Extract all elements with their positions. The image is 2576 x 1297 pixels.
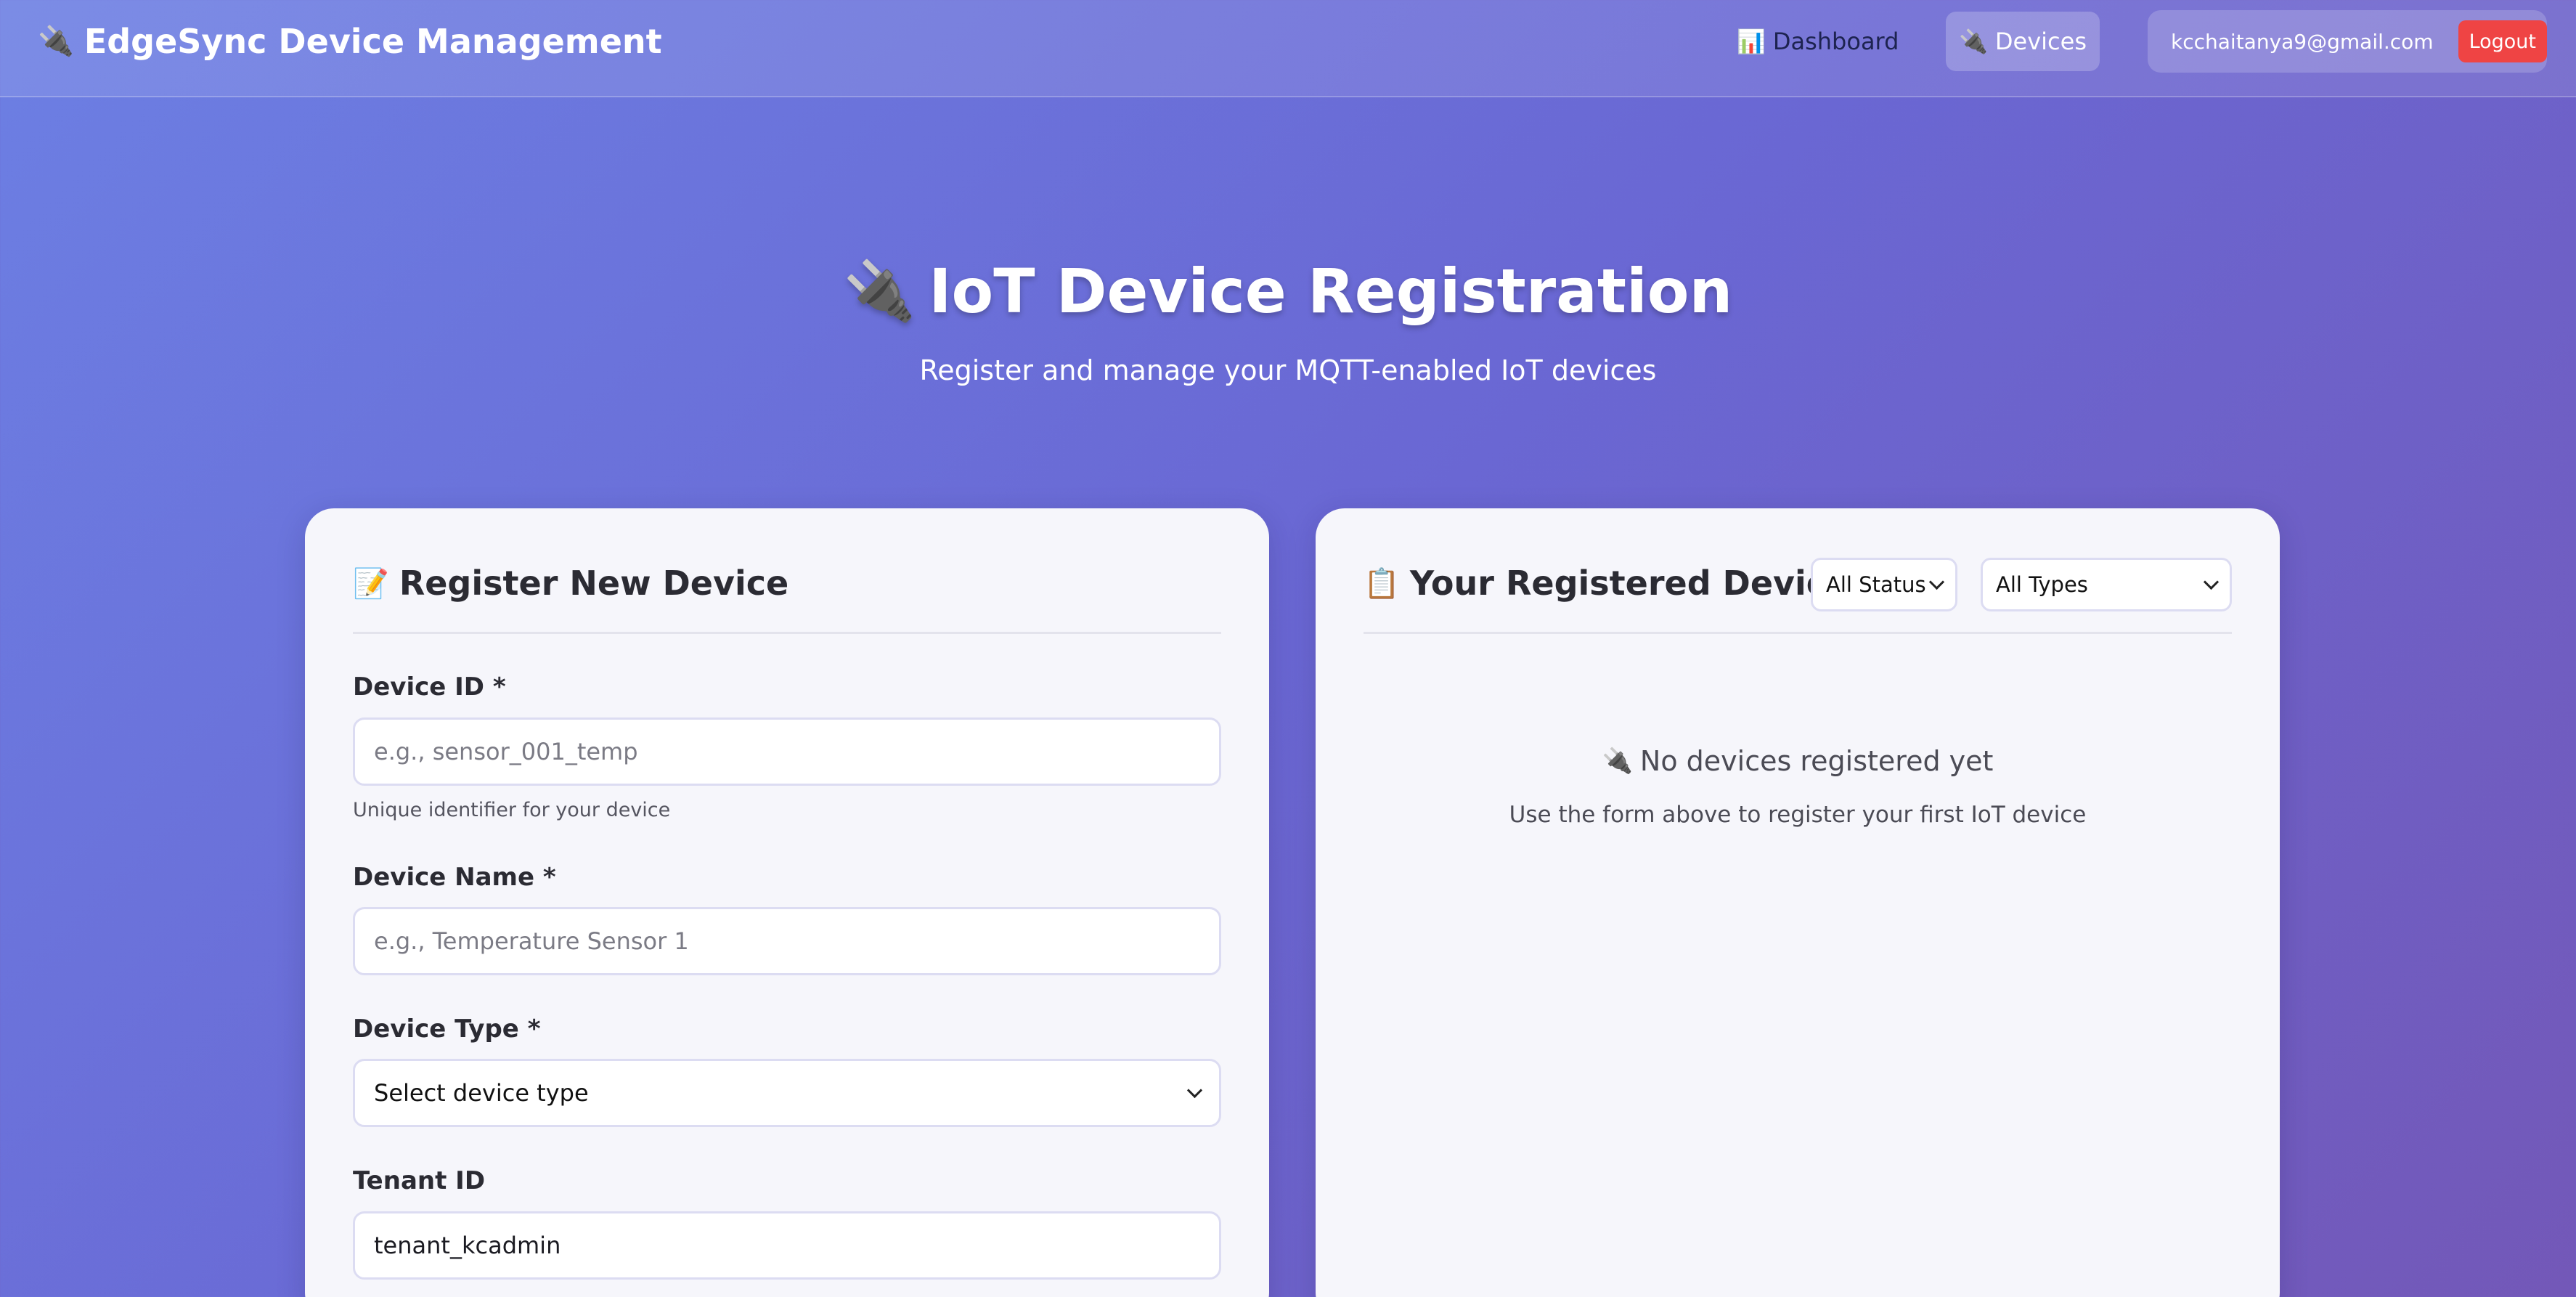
chevron-down-icon	[1928, 574, 1945, 590]
page-subtitle: Register and manage your MQTT-enabled Io…	[919, 354, 1657, 386]
device-name-input[interactable]	[353, 907, 1221, 975]
chevron-down-icon	[1186, 1082, 1203, 1098]
empty-state-title-text: No devices registered yet	[1639, 745, 1994, 777]
devices-card-title-text: Your Registered Devices	[1409, 564, 1869, 603]
top-navigation-bar: 🔌 EdgeSync Device Management 📊 Dashboard…	[0, 0, 2576, 97]
page-title: 🔌 IoT Device Registration	[0, 256, 2576, 327]
user-menu: kcchaitanya9@gmail.com Logout	[2148, 10, 2547, 73]
bar-chart-icon: 📊	[1737, 28, 1766, 55]
logout-button[interactable]: Logout	[2458, 20, 2547, 62]
status-filter-select[interactable]: All Status	[1811, 558, 1957, 611]
plug-icon: 🔌	[843, 257, 916, 325]
nav-devices-label: Devices	[1994, 28, 2087, 55]
empty-state-title: 🔌 No devices registered yet	[1316, 745, 2280, 777]
register-card-title: 📝 Register New Device	[353, 564, 788, 603]
nav-dashboard-link[interactable]: 📊 Dashboard	[1713, 12, 1922, 71]
empty-state-subtitle: Use the form above to register your firs…	[1509, 802, 2087, 828]
register-card-header: 📝 Register New Device	[353, 559, 1221, 634]
status-filter-value: All Status	[1826, 572, 1926, 597]
user-email: kcchaitanya9@gmail.com	[2171, 29, 2434, 54]
plug-icon: 🔌	[1959, 28, 1988, 55]
register-card-title-text: Register New Device	[399, 564, 789, 603]
device-name-label: Device Name *	[353, 863, 556, 892]
register-device-card: 📝 Register New Device Device ID * Unique…	[305, 508, 1269, 1297]
registered-devices-card: 📋 Your Registered Devices All Status All…	[1316, 508, 2280, 1297]
memo-icon: 📝	[353, 566, 389, 601]
brand[interactable]: 🔌 EdgeSync Device Management	[38, 22, 662, 61]
type-filter-select[interactable]: All Types	[1981, 558, 2232, 611]
tenant-id-label: Tenant ID	[353, 1166, 486, 1195]
device-id-input[interactable]	[353, 717, 1221, 786]
device-type-selected: Select device type	[374, 1079, 589, 1107]
type-filter-value: All Types	[1996, 572, 2088, 597]
device-type-select[interactable]: Select device type	[353, 1059, 1221, 1127]
nav-dashboard-label: Dashboard	[1772, 28, 1899, 55]
plug-icon: 🔌	[1602, 747, 1633, 776]
chevron-down-icon	[2203, 574, 2220, 590]
device-type-label: Device Type *	[353, 1015, 541, 1044]
clipboard-icon: 📋	[1364, 566, 1400, 601]
page-title-text: IoT Device Registration	[929, 256, 1733, 327]
nav-devices-link[interactable]: 🔌 Devices	[1946, 12, 2100, 71]
plug-icon: 🔌	[38, 25, 74, 58]
devices-card-title: 📋 Your Registered Devices	[1364, 564, 1869, 603]
tenant-id-input[interactable]	[353, 1211, 1221, 1280]
device-id-hint: Unique identifier for your device	[353, 799, 671, 821]
brand-title: EdgeSync Device Management	[83, 22, 662, 61]
device-id-label: Device ID *	[353, 672, 506, 702]
